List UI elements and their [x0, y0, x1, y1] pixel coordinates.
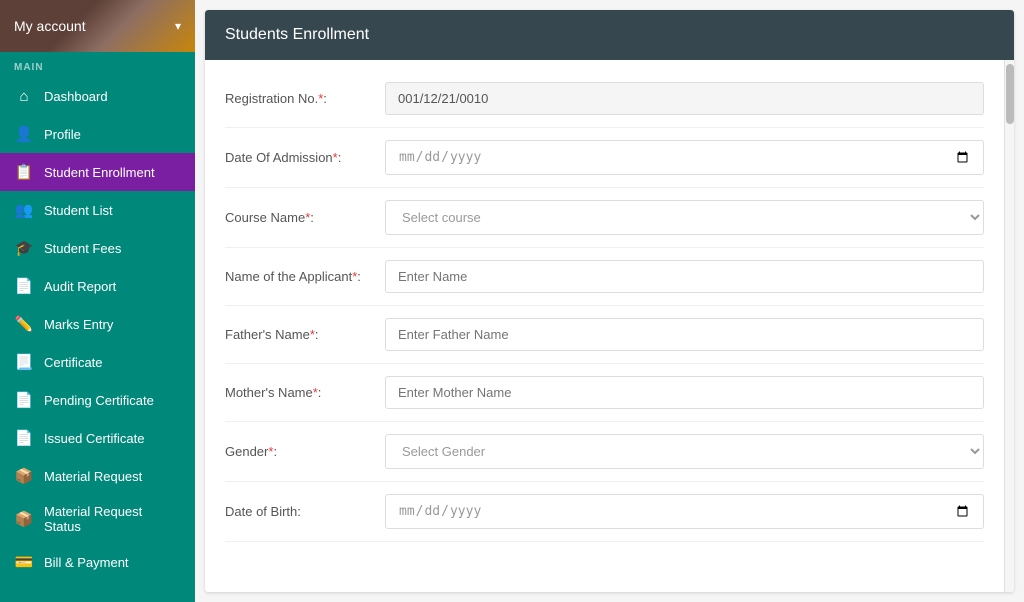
sidebar-item-student-fees[interactable]: 🎓 Student Fees — [0, 229, 195, 267]
form-select-gender[interactable]: Select GenderMaleFemaleOther — [385, 434, 984, 469]
form-label-father-name: Father's Name*: — [225, 327, 385, 342]
student-fees-icon: 🎓 — [14, 238, 34, 258]
sidebar-item-student-enrollment[interactable]: 📋 Student Enrollment — [0, 153, 195, 191]
form-title: Students Enrollment — [225, 26, 369, 43]
sidebar-item-label-pending-certificate: Pending Certificate — [44, 393, 154, 408]
chevron-down-icon: ▾ — [175, 19, 181, 33]
form-control-wrapper-date-of-birth — [385, 494, 984, 529]
sidebar-item-label-material-request: Material Request — [44, 469, 142, 484]
sidebar-item-label-certificate: Certificate — [44, 355, 103, 370]
sidebar-item-label-student-list: Student List — [44, 203, 113, 218]
form-row-date-of-admission: Date Of Admission*: — [225, 128, 984, 188]
scrollbar-track[interactable] — [1004, 60, 1014, 592]
form-body: Registration No.*: Date Of Admission*: Cou… — [205, 60, 1004, 592]
form-input-father-name[interactable] — [385, 318, 984, 351]
form-label-gender: Gender*: — [225, 444, 385, 459]
form-date-date-of-admission[interactable] — [385, 140, 984, 175]
sidebar-item-label-audit-report: Audit Report — [44, 279, 116, 294]
sidebar-nav: ⌂ Dashboard 👤 Profile 📋 Student Enrollment 👥 St… — [0, 77, 195, 581]
material-request-status-icon: 📦 — [14, 509, 34, 529]
sidebar-item-label-student-enrollment: Student Enrollment — [44, 165, 155, 180]
sidebar-item-issued-certificate[interactable]: 📄 Issued Certificate — [0, 419, 195, 457]
material-request-icon: 📦 — [14, 466, 34, 486]
sidebar-item-bill-payment[interactable]: 💳 Bill & Payment — [0, 543, 195, 581]
sidebar-item-label-profile: Profile — [44, 127, 81, 142]
sidebar-item-material-request-status[interactable]: 📦 Material Request Status — [0, 495, 195, 543]
sidebar-item-label-issued-certificate: Issued Certificate — [44, 431, 144, 446]
form-row-registration-no: Registration No.*: — [225, 70, 984, 128]
sidebar-item-audit-report[interactable]: 📄 Audit Report — [0, 267, 195, 305]
form-card: Students Enrollment Registration No.*: Da… — [205, 10, 1014, 592]
sidebar-item-student-list[interactable]: 👥 Student List — [0, 191, 195, 229]
form-select-course-name[interactable]: Select course — [385, 200, 984, 235]
form-date-date-of-birth[interactable] — [385, 494, 984, 529]
form-input-mother-name[interactable] — [385, 376, 984, 409]
certificate-icon: 📃 — [14, 352, 34, 372]
form-control-wrapper-gender: Select GenderMaleFemaleOther — [385, 434, 984, 469]
form-row-gender: Gender*:Select GenderMaleFemaleOther — [225, 422, 984, 482]
sidebar: My account ▾ MAIN ⌂ Dashboard 👤 Profile 📋 Stu… — [0, 0, 195, 602]
dashboard-icon: ⌂ — [14, 86, 34, 106]
form-label-course-name: Course Name*: — [225, 210, 385, 225]
sidebar-item-label-dashboard: Dashboard — [44, 89, 108, 104]
form-control-wrapper-father-name — [385, 318, 984, 351]
sidebar-item-marks-entry[interactable]: ✏️ Marks Entry — [0, 305, 195, 343]
account-label: My account — [14, 18, 86, 34]
sidebar-item-label-material-request-status: Material Request Status — [44, 504, 181, 534]
form-control-wrapper-applicant-name — [385, 260, 984, 293]
form-input-registration-no[interactable] — [385, 82, 984, 115]
scrollbar-thumb[interactable] — [1006, 64, 1014, 124]
audit-report-icon: 📄 — [14, 276, 34, 296]
sidebar-item-label-marks-entry: Marks Entry — [44, 317, 113, 332]
form-control-wrapper-date-of-admission — [385, 140, 984, 175]
student-list-icon: 👥 — [14, 200, 34, 220]
form-card-header: Students Enrollment — [205, 10, 1014, 60]
sidebar-item-label-bill-payment: Bill & Payment — [44, 555, 129, 570]
pending-certificate-icon: 📄 — [14, 390, 34, 410]
form-row-date-of-birth: Date of Birth: — [225, 482, 984, 542]
form-input-applicant-name[interactable] — [385, 260, 984, 293]
form-label-date-of-admission: Date Of Admission*: — [225, 150, 385, 165]
sidebar-item-label-student-fees: Student Fees — [44, 241, 121, 256]
form-label-mother-name: Mother's Name*: — [225, 385, 385, 400]
sidebar-section-main: MAIN — [0, 52, 195, 77]
form-row-mother-name: Mother's Name*: — [225, 364, 984, 422]
bill-payment-icon: 💳 — [14, 552, 34, 572]
form-label-registration-no: Registration No.*: — [225, 91, 385, 106]
main-content: Students Enrollment Registration No.*: Da… — [195, 0, 1024, 602]
form-label-applicant-name: Name of the Applicant*: — [225, 269, 385, 284]
marks-entry-icon: ✏️ — [14, 314, 34, 334]
form-row-father-name: Father's Name*: — [225, 306, 984, 364]
form-control-wrapper-mother-name — [385, 376, 984, 409]
profile-icon: 👤 — [14, 124, 34, 144]
sidebar-item-certificate[interactable]: 📃 Certificate — [0, 343, 195, 381]
form-row-course-name: Course Name*:Select course — [225, 188, 984, 248]
sidebar-item-pending-certificate[interactable]: 📄 Pending Certificate — [0, 381, 195, 419]
student-enrollment-icon: 📋 — [14, 162, 34, 182]
form-control-wrapper-course-name: Select course — [385, 200, 984, 235]
issued-certificate-icon: 📄 — [14, 428, 34, 448]
form-row-applicant-name: Name of the Applicant*: — [225, 248, 984, 306]
sidebar-item-material-request[interactable]: 📦 Material Request — [0, 457, 195, 495]
form-label-date-of-birth: Date of Birth: — [225, 504, 385, 519]
form-control-wrapper-registration-no — [385, 82, 984, 115]
sidebar-header[interactable]: My account ▾ — [0, 0, 195, 52]
sidebar-item-profile[interactable]: 👤 Profile — [0, 115, 195, 153]
sidebar-item-dashboard[interactable]: ⌂ Dashboard — [0, 77, 195, 115]
